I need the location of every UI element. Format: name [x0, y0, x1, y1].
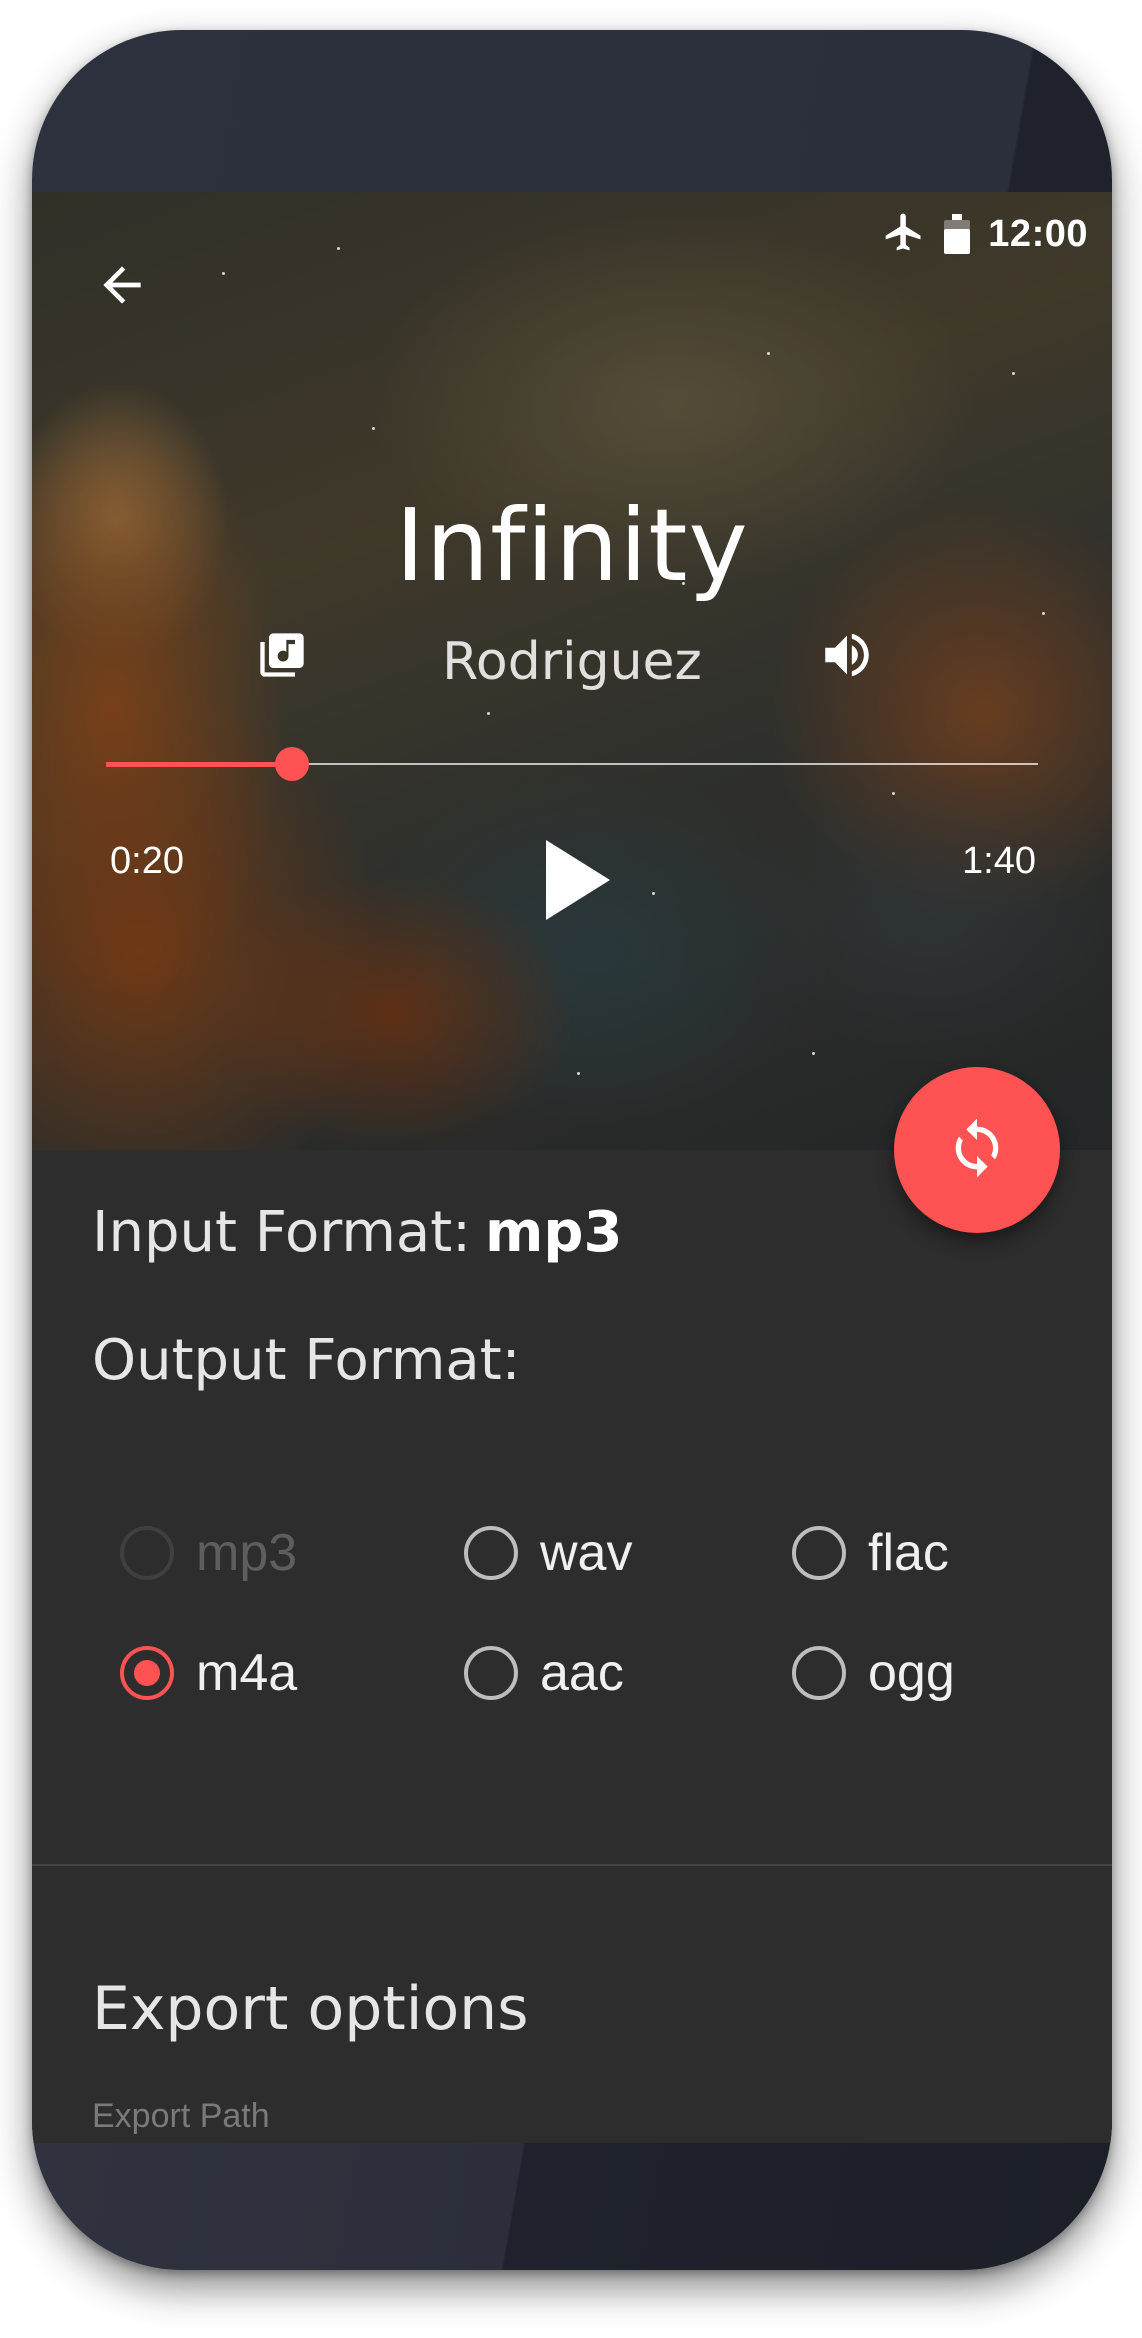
radio-ogg[interactable]: ogg — [792, 1640, 955, 1706]
seek-bar[interactable] — [106, 744, 1038, 784]
seek-progress — [106, 762, 293, 767]
output-format-label: Output Format: — [92, 1328, 521, 1393]
radio-flac[interactable]: flac — [792, 1520, 949, 1586]
radio-label: ogg — [868, 1644, 955, 1702]
radio-circle[interactable] — [120, 1646, 174, 1700]
track-title: Infinity — [395, 487, 749, 604]
radio-circle[interactable] — [792, 1526, 846, 1580]
back-button[interactable] — [82, 247, 162, 327]
input-format-label: Input Format: — [92, 1200, 472, 1265]
radio-label: m4a — [196, 1644, 298, 1702]
radio-circle[interactable] — [464, 1646, 518, 1700]
battery-icon — [944, 214, 971, 254]
radio-circle[interactable] — [792, 1646, 846, 1700]
airplane-icon — [882, 210, 926, 259]
input-format-value: mp3 — [485, 1200, 623, 1265]
arrow-back-icon — [94, 257, 150, 318]
radio-label: wav — [540, 1524, 633, 1582]
convert-sync-icon — [945, 1116, 1009, 1185]
radio-circle[interactable] — [464, 1526, 518, 1580]
elapsed-time: 0:20 — [110, 840, 184, 882]
radio-mp3: mp3 — [120, 1520, 297, 1586]
status-bar: 12:00 — [882, 212, 1088, 256]
radio-label: aac — [540, 1644, 624, 1702]
volume-up-icon — [818, 626, 876, 689]
track-meta-row: Rodriguez — [32, 622, 1112, 692]
radio-wav[interactable]: wav — [464, 1520, 632, 1586]
track-artist: Rodriguez — [442, 632, 702, 692]
play-button[interactable] — [532, 832, 622, 932]
section-divider — [32, 1864, 1112, 1866]
app-screen: 12:00 Infinity Rodriguez 0:20 1:40 Input… — [32, 192, 1112, 2143]
radio-circle — [120, 1526, 174, 1580]
seek-thumb[interactable] — [275, 747, 310, 781]
radio-label: mp3 — [196, 1524, 298, 1582]
radio-aac[interactable]: aac — [464, 1640, 624, 1706]
status-time: 12:00 — [988, 212, 1088, 255]
device-frame: 12:00 Infinity Rodriguez 0:20 1:40 Input… — [32, 30, 1112, 2270]
input-format-row: Input Format: mp3 — [92, 1200, 622, 1265]
volume-button[interactable] — [812, 622, 882, 692]
radio-m4a[interactable]: m4a — [120, 1640, 297, 1706]
export-options-title: Export options — [92, 1974, 529, 2044]
convert-button[interactable] — [894, 1067, 1060, 1233]
export-path-label: Export Path — [92, 2097, 270, 2135]
play-icon — [542, 838, 612, 927]
radio-label: flac — [868, 1524, 949, 1582]
total-time: 1:40 — [962, 840, 1036, 882]
